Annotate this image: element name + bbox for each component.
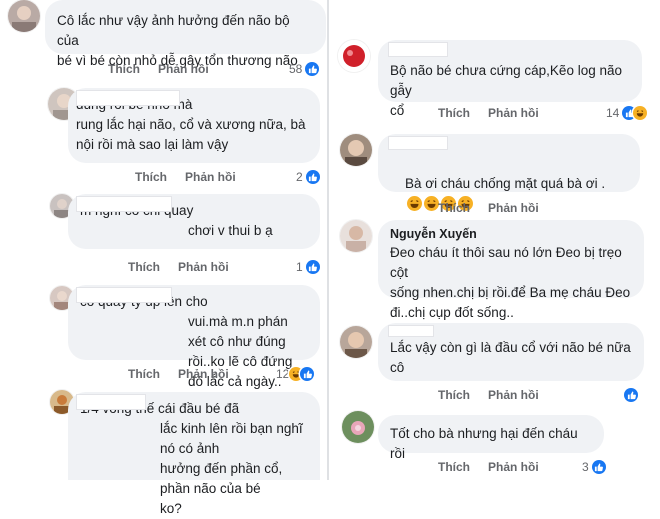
avatar-image [342,411,374,443]
reply-link[interactable]: Phản hồi [488,460,539,474]
reaction-count: 1 [296,260,303,274]
reaction-summary[interactable] [624,388,638,402]
comment-actions: Thích Phản hồi [128,367,229,381]
like-link[interactable]: Thích [128,260,160,274]
reply-link[interactable]: Phản hồi [488,388,539,402]
like-reaction-icon [300,367,315,381]
avatar-image [340,134,372,166]
reply-link[interactable]: Phản hồi [488,106,539,120]
comment-author[interactable]: Nguyễn Xuyến [390,226,632,243]
reply-link[interactable]: Phản hồi [158,62,209,76]
comment-actions: Thích Phản hồi [438,388,539,402]
haha-reaction-icon [633,106,648,120]
redacted-name [76,394,146,410]
comment-actions: Thích Phản hồi [438,460,539,474]
comment-actions: Thích Phản hồi [108,62,209,76]
like-link[interactable]: Thích [438,106,470,120]
reaction-count: 14 [606,106,620,120]
reaction-count: 12 [276,367,290,381]
like-reaction-icon [305,260,320,274]
reaction-count: 58 [289,62,303,76]
comment-text: Tốt cho bà nhưng hại đến cháu rồi [390,426,582,461]
like-link[interactable]: Thích [135,170,167,184]
comment-text-content: Bà ơi cháu chống mặt quá bà ơi . [405,176,606,191]
like-reaction-icon [624,388,638,402]
redacted-name [76,196,172,212]
avatar[interactable] [342,411,374,443]
reaction-summary[interactable]: 1 [296,260,320,274]
redacted-name [76,90,180,106]
avatar[interactable] [340,134,372,166]
avatar[interactable] [340,326,372,358]
like-reaction-icon [305,62,320,76]
like-link[interactable]: Thích [128,367,160,381]
comment-text: Lắc vậy còn gì là đầu cổ với não bé nữa … [390,340,631,375]
avatar-image [340,220,372,252]
reaction-summary[interactable]: 3 [582,460,606,474]
comment-text: 1/4 vòng thế cái đầu bé đã lắc kinh lên … [80,401,303,516]
like-reaction-icon [591,460,606,474]
comment-actions: Thích Phản hồi [438,201,539,215]
comment-actions: Thích Phản hồi [438,106,539,120]
comment-bubble: Tốt cho bà nhưng hại đến cháu rồi [378,415,604,461]
comment-bubble: Cô lắc như vậy ảnh hưởng đến não bộ của … [45,0,326,68]
avatar-image [340,326,372,358]
column-divider [327,0,329,480]
like-link[interactable]: Thích [438,460,470,474]
avatar[interactable] [340,220,372,252]
redacted-name [388,136,448,150]
reaction-count: 3 [582,460,589,474]
comment-actions: Thích Phản hồi [128,260,229,274]
comment-actions: Thích Phản hồi [135,170,236,184]
reply-link[interactable]: Phản hồi [178,367,229,381]
redacted-name [388,325,434,337]
like-link[interactable]: Thích [108,62,140,76]
like-reaction-icon [305,170,320,184]
redacted-name [76,287,172,303]
comment-text: Đeo cháu ít thôi sau nó lớn Đeo bị trẹo … [390,245,631,320]
reply-link[interactable]: Phản hồi [185,170,236,184]
reply-link[interactable]: Phản hồi [178,260,229,274]
avatar[interactable] [8,0,40,32]
like-link[interactable]: Thích [438,201,470,215]
reaction-summary[interactable]: 12 [276,367,315,381]
avatar-image [338,40,370,72]
reply-link[interactable]: Phản hồi [488,201,539,215]
redacted-name [388,42,448,57]
reaction-summary[interactable]: 58 [289,62,320,76]
like-link[interactable]: Thích [438,388,470,402]
reaction-count: 2 [296,170,303,184]
avatar[interactable] [338,40,370,72]
reaction-summary[interactable]: 14 [606,106,648,120]
reaction-summary[interactable]: 2 [296,170,320,184]
comment-bubble: Nguyễn Xuyến Đeo cháu ít thôi sau nó lớn… [378,220,644,320]
avatar-image [8,0,40,32]
